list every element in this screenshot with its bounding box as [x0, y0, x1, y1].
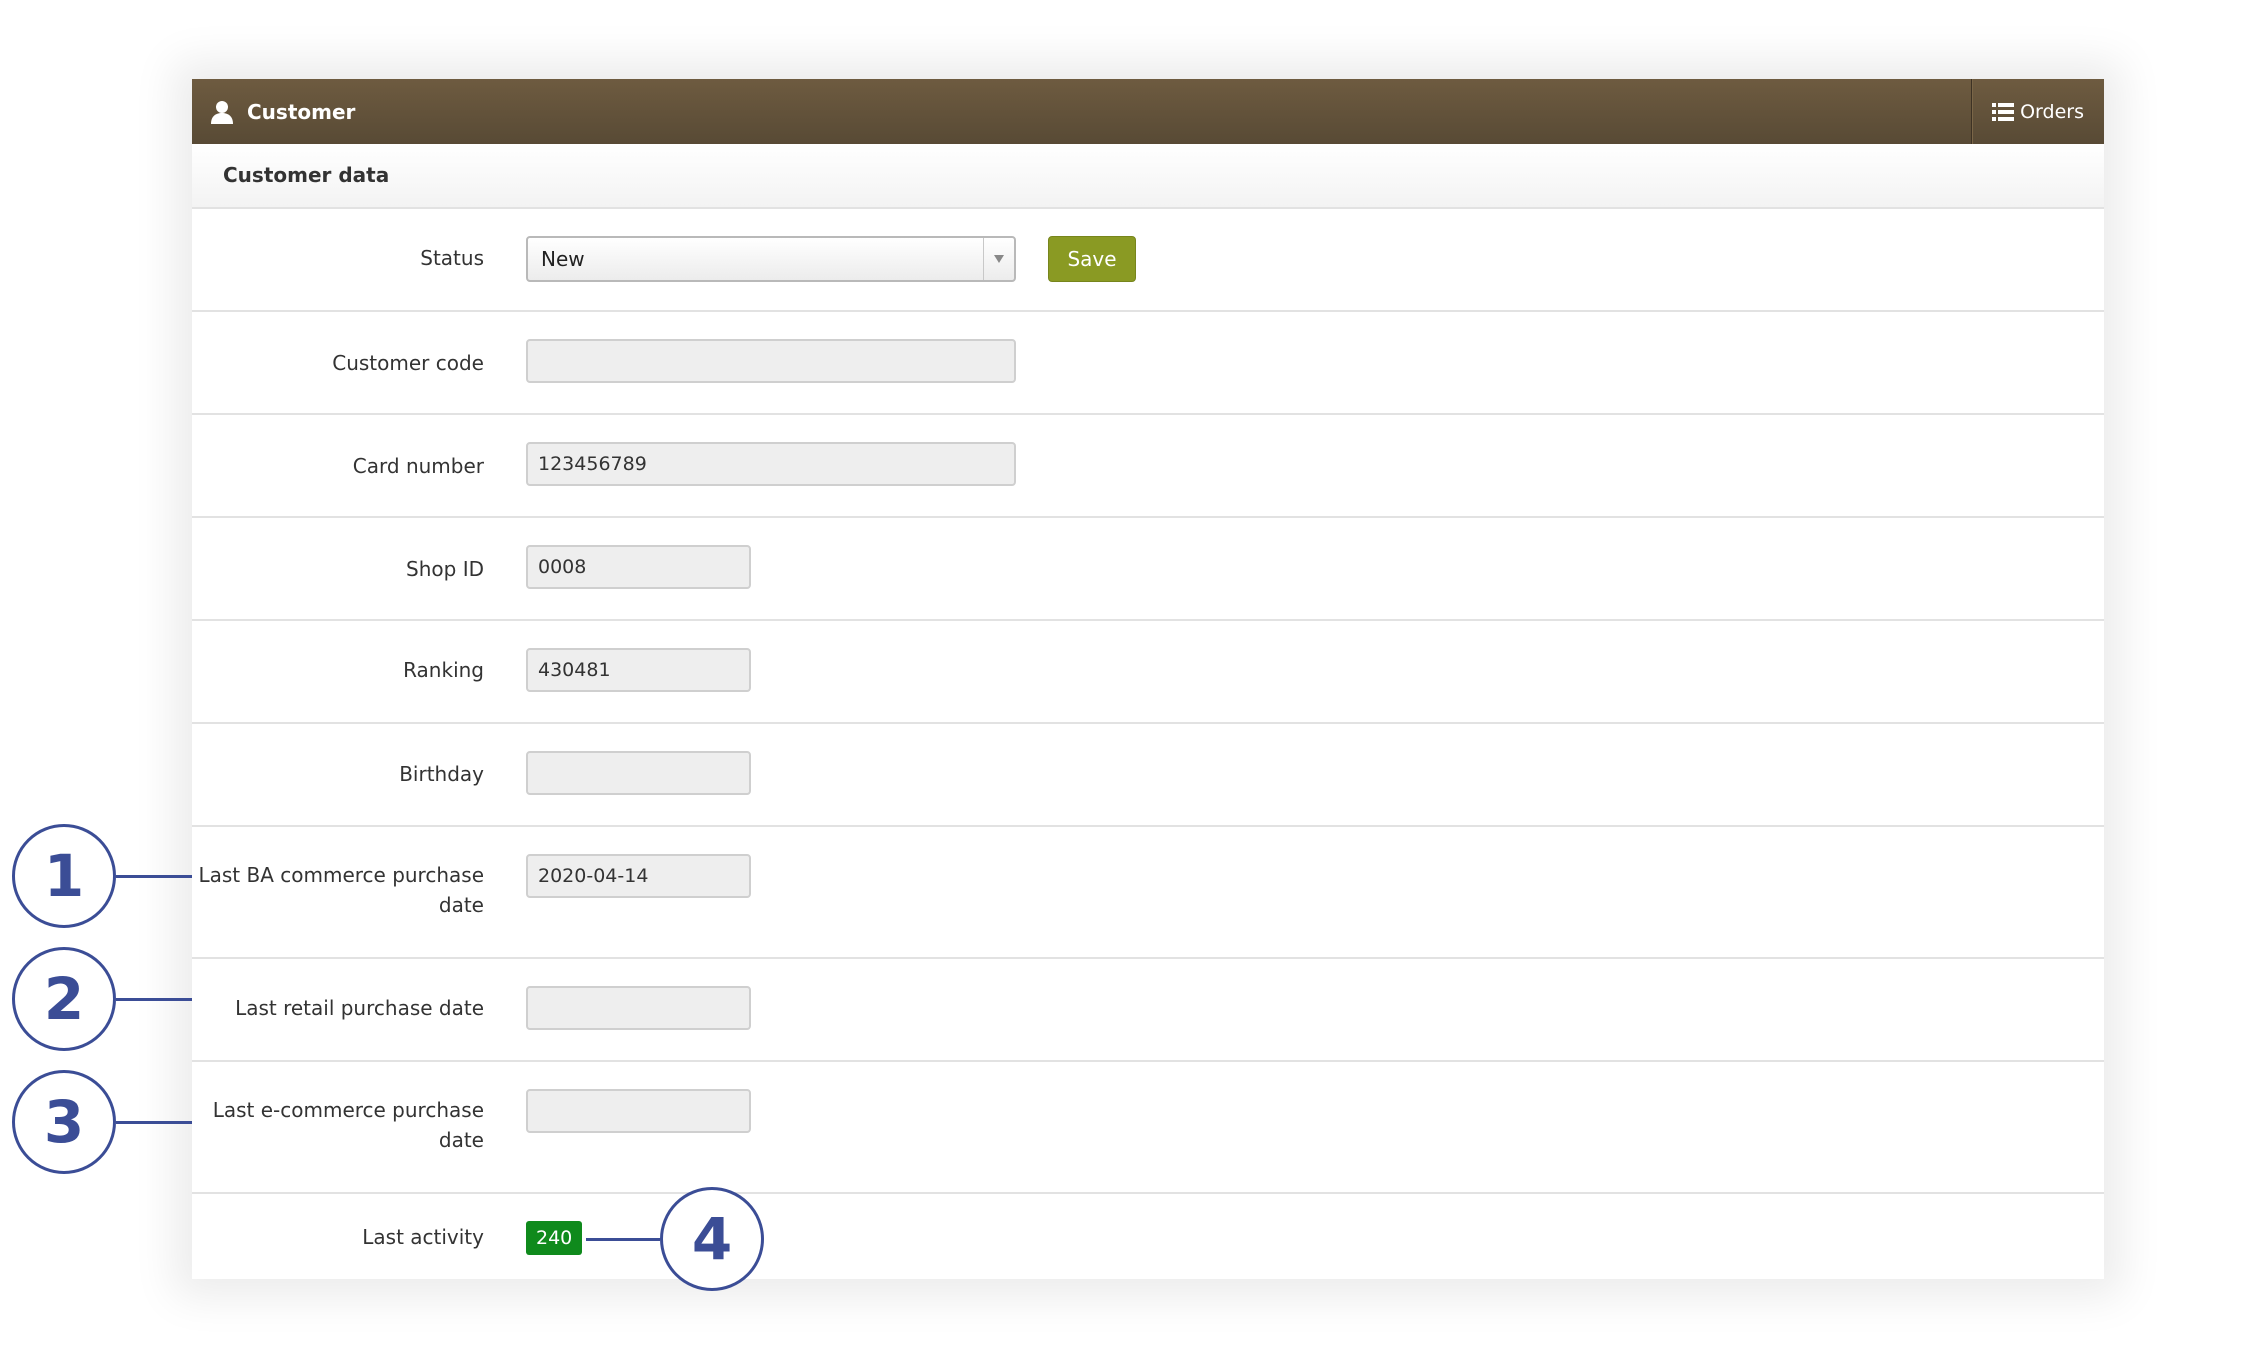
- status-select[interactable]: New: [526, 236, 1016, 282]
- last-ba-purchase-row: Last BA commerce purchase date 2020-04-1…: [192, 827, 2104, 959]
- ranking-row: Ranking 430481: [192, 621, 2104, 724]
- last-ba-purchase-label: Last BA commerce purchase date: [164, 860, 484, 920]
- customer-code-row: Customer code: [192, 312, 2104, 415]
- section-title: Customer data: [192, 144, 2104, 209]
- last-retail-purchase-field[interactable]: [526, 986, 751, 1030]
- list-icon: [1992, 102, 2015, 121]
- callout-2-line: [116, 998, 192, 1001]
- customer-code-label: Customer code: [332, 351, 484, 375]
- last-ba-purchase-label-line2: date: [438, 893, 484, 917]
- shop-id-row: Shop ID 0008: [192, 518, 2104, 621]
- last-ecommerce-purchase-label-line2: date: [438, 1128, 484, 1152]
- status-label: Status: [420, 246, 484, 270]
- shop-id-field[interactable]: 0008: [526, 545, 751, 589]
- card-number-label: Card number: [352, 454, 484, 478]
- ranking-label: Ranking: [403, 658, 484, 682]
- last-ecommerce-purchase-label: Last e-commerce purchase date: [164, 1095, 484, 1155]
- status-row: Status New Save: [192, 209, 2104, 312]
- birthday-label: Birthday: [399, 762, 484, 786]
- callout-3: 3: [12, 1070, 116, 1174]
- panel-header: Customer Orders: [192, 79, 2104, 144]
- card-number-row: Card number 123456789: [192, 415, 2104, 518]
- orders-label: Orders: [2020, 100, 2084, 123]
- ranking-field[interactable]: 430481: [526, 648, 751, 692]
- last-activity-badge: 240: [526, 1221, 583, 1255]
- last-activity-row: Last activity 240: [192, 1194, 2104, 1284]
- customer-panel: Customer Orders Customer data Status New…: [192, 79, 2104, 1279]
- shop-id-label: Shop ID: [406, 557, 484, 581]
- customer-code-field[interactable]: [526, 339, 1016, 383]
- header-title: Customer: [247, 99, 356, 124]
- last-ecommerce-purchase-field[interactable]: [526, 1089, 751, 1133]
- card-number-field[interactable]: 123456789: [526, 442, 1016, 486]
- save-button[interactable]: Save: [1048, 236, 1136, 282]
- last-retail-purchase-label: Last retail purchase date: [235, 996, 484, 1020]
- callout-2: 2: [12, 947, 116, 1051]
- callout-1-line: [116, 875, 192, 878]
- birthday-row: Birthday: [192, 724, 2104, 827]
- last-ecommerce-purchase-label-line1: Last e-commerce purchase: [212, 1098, 484, 1122]
- callout-3-line: [116, 1121, 192, 1124]
- last-retail-purchase-row: Last retail purchase date: [192, 959, 2104, 1062]
- last-ba-purchase-label-line1: Last BA commerce purchase: [198, 863, 484, 887]
- status-select-value: New: [541, 247, 585, 271]
- header-title-group: Customer: [192, 99, 355, 125]
- last-ecommerce-purchase-row: Last e-commerce purchase date: [192, 1062, 2104, 1194]
- callout-1: 1: [12, 824, 116, 928]
- last-ba-purchase-field[interactable]: 2020-04-14: [526, 854, 751, 898]
- orders-button[interactable]: Orders: [1971, 79, 2104, 144]
- callout-4: 4: [660, 1187, 764, 1291]
- user-icon: [211, 100, 233, 124]
- birthday-field[interactable]: [526, 751, 751, 795]
- last-activity-label: Last activity: [362, 1225, 484, 1249]
- callout-4-line: [586, 1238, 660, 1241]
- caret-down-icon[interactable]: [983, 238, 1014, 280]
